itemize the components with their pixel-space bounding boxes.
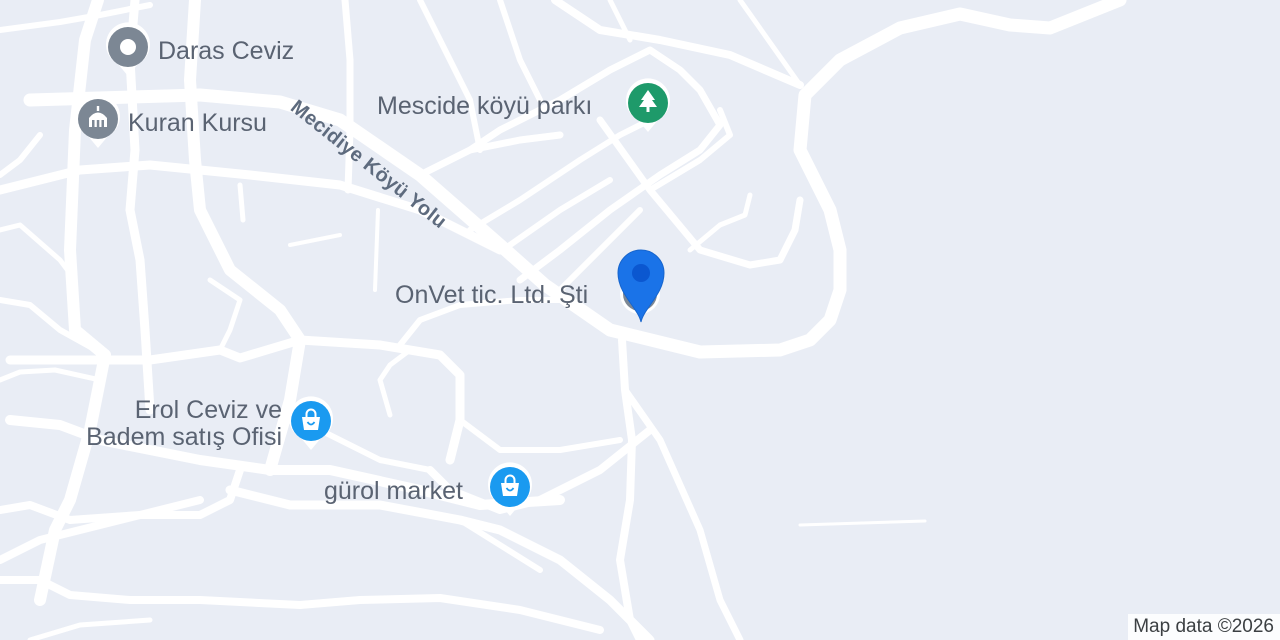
shopping-bag-icon: [289, 396, 333, 450]
road-diag-1: [0, 297, 108, 358]
shopping-bag-icon: [488, 462, 532, 516]
map-canvas[interactable]: Mecidiye Köyü Yolu Daras Ceviz Kuran Kur…: [0, 0, 1280, 640]
road-north-fan: [417, 0, 483, 153]
road-far-east: [798, 519, 927, 527]
road-diag-2: [0, 222, 78, 283]
road-inner-1: [237, 182, 246, 223]
road-center-south: [225, 485, 655, 640]
mosque-icon: [76, 94, 120, 148]
road-east-grid-4: [507, 177, 613, 248]
road-west-top-2: [0, 132, 43, 178]
road-center-link: [377, 347, 413, 418]
road-shop-link: [317, 427, 433, 473]
poi-label-erol-ceviz[interactable]: Erol Ceviz ve Badem satış Ofisi: [62, 397, 282, 451]
poi-label-kuran-kursu[interactable]: Kuran Kursu: [128, 110, 267, 137]
road-inner-3: [288, 233, 342, 247]
poi-label-erol-line-2: Badem satış Ofisi: [86, 423, 282, 451]
poi-label-mescide-parki[interactable]: Mescide köyü parkı: [377, 93, 592, 120]
poi-marker-kuran-kursu[interactable]: [74, 94, 122, 155]
road-lower-link: [457, 417, 623, 453]
road-east-grid-7: [687, 192, 753, 253]
poi-marker-erol-ceviz[interactable]: [287, 396, 335, 457]
poi-label-onvet[interactable]: OnVet tic. Ltd. Şti: [395, 282, 588, 309]
road-inner-2: [373, 208, 380, 292]
poi-marker-gurol-market[interactable]: [486, 462, 534, 523]
poi-marker-daras-ceviz[interactable]: [104, 22, 152, 83]
park-tree-icon: [626, 78, 670, 132]
road-east-grid-1: [416, 131, 564, 179]
road-east-south: [616, 336, 644, 640]
location-pin-icon: [617, 249, 665, 323]
road-south-west: [0, 466, 244, 524]
poi-label-erol-line-1: Erol Ceviz ve: [134, 396, 282, 424]
road-west-left: [0, 367, 103, 383]
poi-label-daras-ceviz[interactable]: Daras Ceviz: [158, 38, 294, 65]
poi-label-gurol-market[interactable]: gürol market: [324, 478, 463, 505]
poi-marker-mescide-parki[interactable]: [624, 78, 672, 139]
selected-location-marker[interactable]: [614, 246, 668, 329]
road-center-grid: [207, 277, 243, 353]
road-south-bottom: [27, 617, 153, 640]
road-east-diag: [621, 386, 744, 640]
road-north-fan-2: [497, 0, 543, 103]
map-attribution[interactable]: Map data ©2026: [1128, 614, 1280, 640]
place-icon: [106, 22, 150, 76]
